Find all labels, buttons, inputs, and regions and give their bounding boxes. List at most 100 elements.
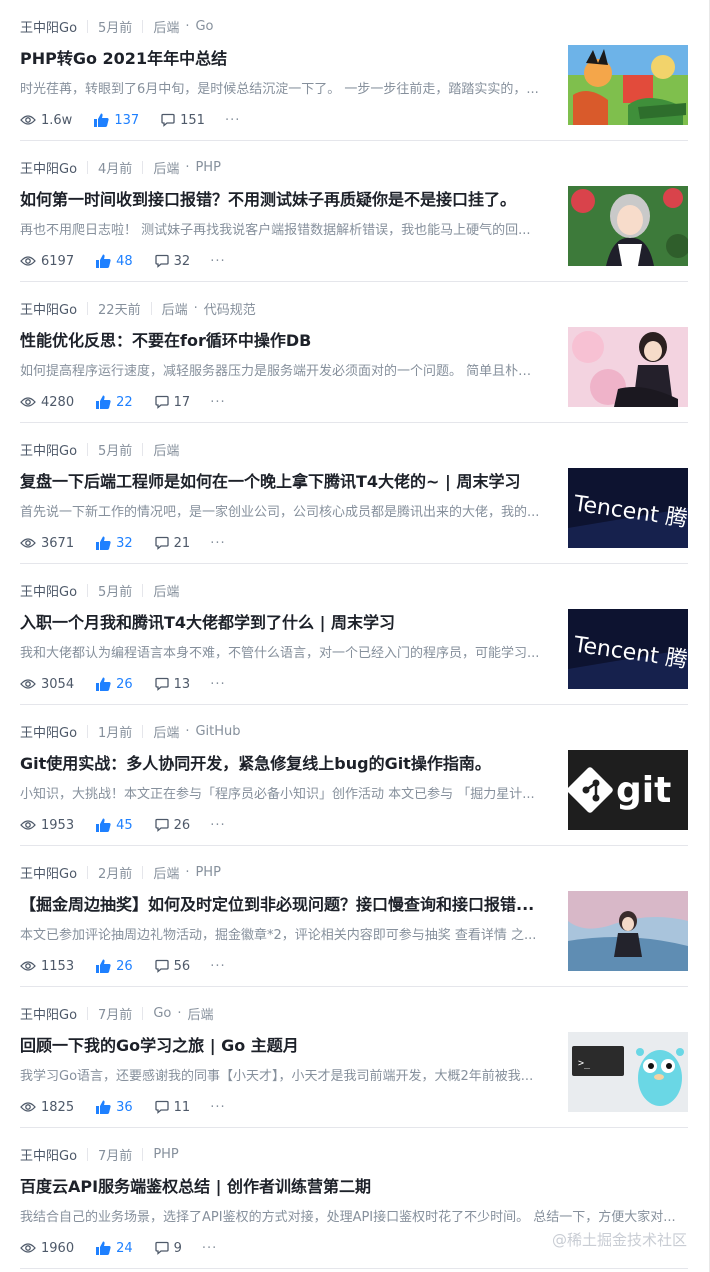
view-count-value: 3671 — [41, 535, 75, 551]
article-title[interactable]: 百度云API服务端鉴权总结 | 创作者训练营第二期 — [20, 1176, 540, 1198]
like-button[interactable]: 26 — [96, 677, 133, 692]
article-item[interactable]: 王中阳Go 5月前 后端 · Go PHP转Go 2021年年中总结 时光荏苒，转眼… — [20, 0, 688, 141]
comment-button[interactable]: 9 — [154, 1241, 182, 1256]
comment-button[interactable]: 17 — [154, 395, 190, 410]
article-title[interactable]: 入职一个月我和腾讯T4大佬都学到了什么 | 周末学习 — [20, 612, 540, 634]
comment-count: 26 — [173, 817, 191, 833]
article-item[interactable]: 王中阳Go 4月前 后端 · PHP 如何第一时间收到接口报错？不用测试妹子再质疑你… — [20, 141, 688, 282]
meta-divider — [87, 724, 89, 738]
author-name[interactable]: 王中阳Go — [20, 1145, 77, 1164]
like-button[interactable]: 36 — [96, 1100, 133, 1115]
more-options-icon[interactable]: ··· — [210, 1100, 225, 1115]
tag[interactable]: Go — [153, 1006, 171, 1021]
more-options-icon[interactable]: ··· — [210, 677, 225, 692]
article-item[interactable]: 王中阳Go 7月前 Go · 后端 回顾一下我的Go学习之旅 | Go 主题月 我学… — [20, 987, 688, 1128]
author-name[interactable]: 王中阳Go — [20, 1004, 77, 1023]
thumbs-up-icon — [96, 1241, 111, 1255]
tag[interactable]: 后端 — [153, 863, 179, 882]
article-abstract[interactable]: 如何提高程序运行速度，减轻服务器压力是服务端开发必须面对的一个问题。 简单且朴素… — [20, 362, 540, 382]
tag[interactable]: PHP — [195, 865, 220, 880]
article-thumbnail[interactable]: git — [568, 750, 688, 830]
article-title[interactable]: 如何第一时间收到接口报错？不用测试妹子再质疑你是不是接口挂了。 — [20, 189, 540, 211]
article-thumbnail[interactable] — [568, 891, 688, 971]
article-abstract[interactable]: 我结合自己的业务场景，选择了API鉴权的方式对接，处理API接口鉴权时花了不少时… — [20, 1208, 688, 1228]
tag[interactable]: 后端 — [153, 440, 179, 459]
tag[interactable]: 后端 — [162, 299, 188, 318]
comment-button[interactable]: 26 — [154, 817, 191, 833]
tag[interactable]: Go — [195, 19, 213, 34]
meta-divider — [87, 160, 89, 174]
meta-divider — [142, 865, 144, 879]
comment-button[interactable]: 13 — [154, 677, 190, 692]
author-name[interactable]: 王中阳Go — [20, 158, 77, 177]
comment-button[interactable]: 21 — [154, 536, 190, 551]
publish-time: 1月前 — [98, 725, 133, 741]
article-abstract[interactable]: 小知识，大挑战！本文正在参与「程序员必备小知识」创作活动 本文已参与 「掘力星计… — [20, 785, 540, 805]
article-thumbnail[interactable] — [568, 45, 688, 125]
author-name[interactable]: 王中阳Go — [20, 722, 77, 741]
article-title[interactable]: 复盘一下后端工程师是如何在一个晚上拿下腾讯T4大佬的~ | 周末学习 — [20, 471, 540, 493]
article-item[interactable]: 王中阳Go 5月前 后端 入职一个月我和腾讯T4大佬都学到了什么 | 周末学习 … — [20, 564, 688, 705]
thumbs-up-icon — [96, 818, 111, 832]
comment-button[interactable]: 151 — [161, 113, 205, 128]
publish-time: 5月前 — [98, 20, 133, 36]
like-button[interactable]: 24 — [96, 1241, 133, 1256]
comment-button[interactable]: 56 — [154, 959, 190, 974]
more-options-icon[interactable]: ··· — [225, 113, 240, 128]
like-button[interactable]: 45 — [96, 818, 133, 833]
tag[interactable]: 后端 — [153, 17, 179, 36]
article-item[interactable]: 王中阳Go 22天前 后端 · 代码规范 性能优化反思：不要在for循环中操作DB … — [20, 282, 688, 423]
article-abstract[interactable]: 我和大佬都认为编程语言本身不难，不管什么语言，对一个已经入门的程序员，可能学习.… — [20, 644, 540, 664]
article-abstract[interactable]: 本文已参加评论抽周边礼物活动，掘金徽章*2，评论相关内容即可参与抽奖 查看详情 … — [20, 926, 540, 946]
view-count-value: 1.6w — [41, 112, 73, 128]
tag[interactable]: 代码规范 — [204, 299, 256, 318]
more-options-icon[interactable]: ··· — [210, 254, 225, 269]
article-thumbnail[interactable]: >_ — [568, 1032, 688, 1112]
article-title[interactable]: 【掘金周边抽奖】如何及时定位到非必现问题？接口慢查询和接口报错... — [20, 894, 540, 916]
comment-button[interactable]: 32 — [154, 254, 190, 269]
article-abstract[interactable]: 时光荏苒，转眼到了6月中旬，是时候总结沉淀一下了。 一步一步往前走，踏踏实实的，… — [20, 80, 540, 100]
tag[interactable]: 后端 — [153, 722, 179, 741]
article-title[interactable]: PHP转Go 2021年年中总结 — [20, 48, 540, 70]
comment-button[interactable]: 11 — [154, 1100, 190, 1115]
author-name[interactable]: 王中阳Go — [20, 440, 77, 459]
article-thumbnail[interactable] — [568, 186, 688, 266]
article-thumbnail[interactable] — [568, 327, 688, 407]
article-item[interactable]: 王中阳Go 1月前 后端 · GitHub Git使用实战：多人协同开发，紧急修复线… — [20, 705, 688, 846]
comment-icon — [154, 254, 169, 268]
meta-divider — [87, 1147, 89, 1161]
article-title[interactable]: 回顾一下我的Go学习之旅 | Go 主题月 — [20, 1035, 540, 1057]
article-item[interactable]: 王中阳Go 2月前 后端 · PHP 【掘金周边抽奖】如何及时定位到非必现问题？接口… — [20, 846, 688, 987]
author-name[interactable]: 王中阳Go — [20, 863, 77, 882]
like-button[interactable]: 32 — [96, 536, 133, 551]
tag[interactable]: 后端 — [187, 1004, 213, 1023]
article-abstract[interactable]: 我学习Go语言，还要感谢我的同事【小天才】，小天才是我司前端开发，大概2年前被我… — [20, 1067, 540, 1087]
more-options-icon[interactable]: ··· — [202, 1241, 217, 1256]
like-button[interactable]: 26 — [96, 959, 133, 974]
article-thumbnail[interactable]: Tencent 腾讯 — [568, 468, 688, 548]
tag[interactable]: GitHub — [195, 724, 240, 739]
tag[interactable]: 后端 — [153, 581, 179, 600]
article-item[interactable]: 王中阳Go 5月前 后端 复盘一下后端工程师是如何在一个晚上拿下腾讯T4大佬的~… — [20, 423, 688, 564]
article-title[interactable]: Git使用实战：多人协同开发，紧急修复线上bug的Git操作指南。 — [20, 753, 540, 775]
article-abstract[interactable]: 再也不用爬日志啦！ 测试妹子再找我说客户端报错数据解析错误，我也能马上硬气的回.… — [20, 221, 540, 241]
more-options-icon[interactable]: ··· — [210, 959, 225, 974]
more-options-icon[interactable]: ··· — [210, 536, 225, 551]
author-name[interactable]: 王中阳Go — [20, 581, 77, 600]
tag-dot: · — [185, 864, 190, 880]
article-title[interactable]: 性能优化反思：不要在for循环中操作DB — [20, 330, 540, 352]
like-button[interactable]: 22 — [96, 395, 133, 410]
tag[interactable]: 后端 — [153, 158, 179, 177]
more-options-icon[interactable]: ··· — [210, 395, 225, 410]
author-name[interactable]: 王中阳Go — [20, 299, 77, 318]
article-meta: 王中阳Go 5月前 后端 · Go — [20, 17, 214, 36]
article-actions: 3054 26 13 ··· — [20, 674, 226, 694]
like-button[interactable]: 48 — [96, 254, 133, 269]
article-abstract[interactable]: 首先说一下新工作的情况吧，是一家创业公司，公司核心成员都是腾讯出来的大佬，我的.… — [20, 503, 540, 523]
more-options-icon[interactable]: ··· — [210, 818, 225, 833]
tag[interactable]: PHP — [195, 160, 220, 175]
like-button[interactable]: 137 — [94, 113, 139, 128]
author-name[interactable]: 王中阳Go — [20, 17, 77, 36]
tag[interactable]: PHP — [153, 1147, 178, 1162]
article-thumbnail[interactable]: Tencent 腾讯 — [568, 609, 688, 689]
